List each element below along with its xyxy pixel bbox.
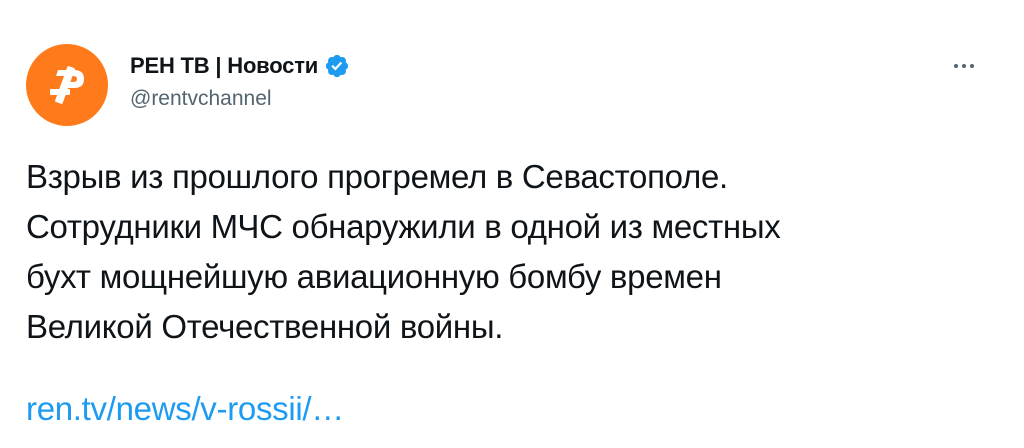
more-dot [954, 64, 958, 68]
tweet-text: Взрыв из прошлого прогремел в Севастопол… [26, 152, 986, 352]
more-dot [962, 64, 966, 68]
tweet-text-line: Взрыв из прошлого прогремел в Севастопол… [26, 158, 728, 195]
more-options-icon[interactable] [944, 54, 984, 78]
more-dot [970, 64, 974, 68]
tweet-link[interactable]: ren.tv/news/v-rossii/… [26, 387, 344, 431]
verified-badge-icon [326, 54, 349, 78]
avatar[interactable] [26, 44, 108, 126]
tweet-text-line: Сотрудники МЧС обнаружили в одной из мес… [26, 208, 781, 245]
author-display-name[interactable]: РЕН ТВ | Новости [130, 53, 318, 79]
tweet-card: РЕН ТВ | Новости @rentvchannel Взрыв из … [0, 0, 1024, 448]
tweet-text-line: Великой Отечественной войны. [26, 308, 504, 345]
name-row: РЕН ТВ | Новости [130, 51, 350, 81]
author-handle[interactable]: @rentvchannel [130, 87, 350, 111]
rentv-logo-icon [50, 66, 84, 104]
tweet-text-line: бухт мощнейшую авиационную бомбу времен [26, 258, 722, 295]
tweet-header: РЕН ТВ | Новости @rentvchannel [130, 51, 350, 111]
